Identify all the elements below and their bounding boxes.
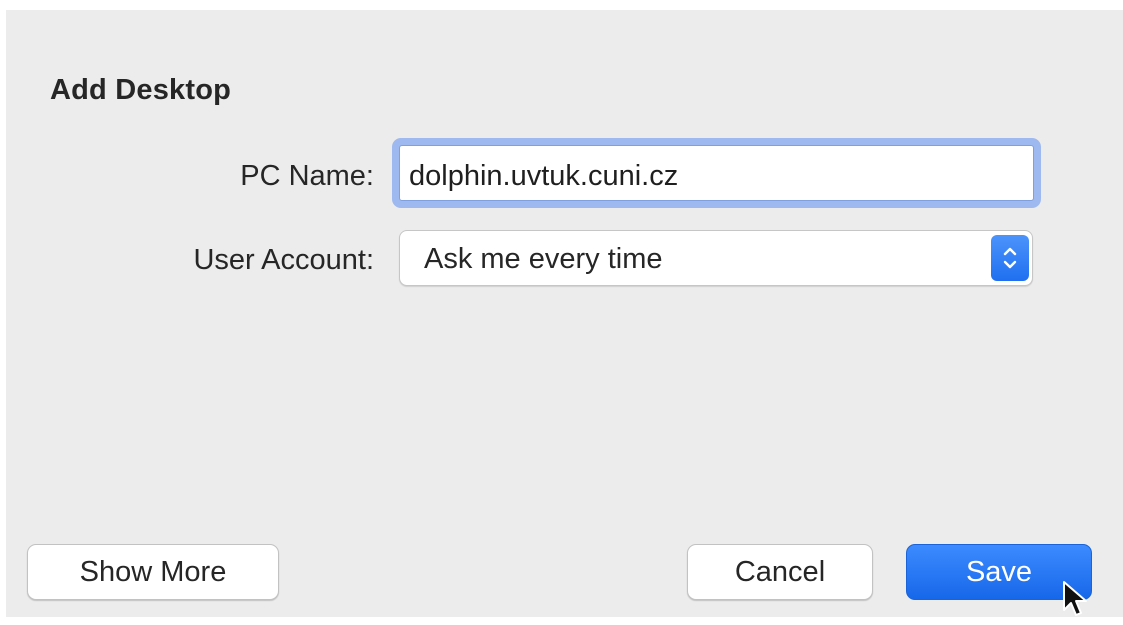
- pc-name-input[interactable]: dolphin.uvtuk.cuni.cz: [392, 138, 1041, 208]
- mouse-pointer-icon: [1062, 580, 1094, 625]
- user-account-selected-value: Ask me every time: [424, 243, 663, 275]
- pc-name-label: PC Name:: [240, 160, 374, 192]
- show-more-button[interactable]: Show More: [27, 544, 279, 600]
- user-account-label: User Account:: [193, 244, 374, 276]
- chevron-up-down-icon[interactable]: [991, 235, 1029, 281]
- pc-name-value[interactable]: dolphin.uvtuk.cuni.cz: [399, 145, 1034, 201]
- cancel-button[interactable]: Cancel: [687, 544, 873, 600]
- add-desktop-dialog: Add Desktop PC Name: dolphin.uvtuk.cuni.…: [6, 10, 1123, 617]
- dialog-title: Add Desktop: [50, 74, 232, 106]
- user-account-select[interactable]: Ask me every time: [399, 230, 1033, 286]
